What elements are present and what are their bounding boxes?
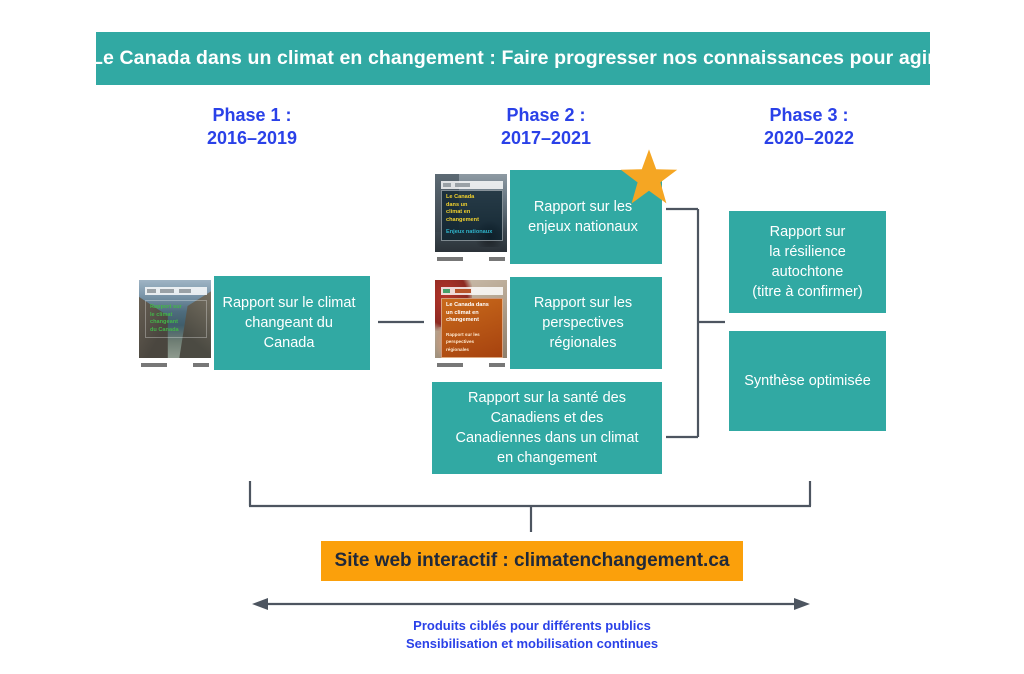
cover-title-enjeux: Le Canada dans un climat en changement E… [441, 190, 503, 241]
report-label-synthese-optimisee: Synthèse optimisée [729, 331, 886, 431]
label-line: Rapport sur les [533, 295, 633, 311]
label-line: changeant du Canada [245, 315, 333, 351]
cover-thumbnail-enjeux-nationaux: Le Canada dans un climat en changement E… [432, 170, 510, 264]
cover-title-line: Rapport sur [150, 304, 182, 310]
report-box-perspectives-regionales[interactable]: Le Canada dans un climat en changement R… [432, 276, 662, 370]
label-line: en changement [497, 450, 597, 466]
report-label-perspectives-regionales: Rapport sur les perspectives régionales [510, 277, 662, 369]
phase-heading-3: Phase 3 : 2020–2022 [709, 104, 909, 150]
report-box-synthese-optimisee[interactable]: Synthèse optimisée [729, 331, 886, 431]
cover-thumbnail-perspectives-regionales: Le Canada dans un climat en changement R… [432, 276, 510, 370]
cta-banner-text: Site web interactif : climatenchangement… [334, 550, 730, 571]
label-line: Rapport sur la santé des [468, 390, 626, 406]
cover-thumbnail-climat-changeant: Rapport sur le climat changeant du Canad… [136, 276, 214, 370]
phase-2-years: 2017–2021 [500, 128, 592, 148]
phase-heading-2: Phase 2 : 2017–2021 [446, 104, 646, 150]
label-line: Rapport sur [769, 224, 846, 240]
cta-banner-website[interactable]: Site web interactif : climatenchangement… [321, 541, 743, 581]
report-box-sante-canadiens[interactable]: Rapport sur la santé des Canadiens et de… [432, 382, 662, 474]
phase-heading-1: Phase 1 : 2016–2019 [152, 104, 352, 150]
cover-title-line: Le Canada [446, 194, 475, 200]
report-label-resilience-autochtone: Rapport sur la résilience autochtone (ti… [729, 211, 886, 313]
cover-subtitle: Rapport sur les perspectives régionales [446, 331, 480, 352]
diagram-canvas: Le Canada dans un climat en changement :… [0, 0, 1024, 674]
label-line: (titre à confirmer) [752, 284, 863, 300]
report-label-climat-changeant: Rapport sur le climat changeant du Canad… [214, 276, 370, 370]
report-box-climat-changeant[interactable]: Rapport sur le climat changeant du Canad… [136, 276, 370, 370]
cover-title-line: dans un [446, 201, 468, 208]
star-icon [620, 149, 678, 204]
label-line: perspectives régionales [542, 315, 624, 351]
label-line: enjeux nationaux [528, 219, 638, 235]
cover-title-line: un climat en [446, 309, 479, 316]
cover-title-line: du Canada [150, 326, 179, 333]
label-line: Rapport sur les [533, 199, 633, 215]
label-line: Canadiennes dans un climat [455, 430, 639, 446]
cover-title-line: Le Canada dans [446, 302, 489, 308]
cover-title-line: le climat [150, 311, 173, 318]
label-line: Canadiens et des [490, 410, 604, 426]
cover-title-regional: Le Canada dans un climat en changement R… [441, 298, 503, 358]
phase-1-years: 2016–2019 [206, 128, 298, 148]
report-box-resilience-autochtone[interactable]: Rapport sur la résilience autochtone (ti… [729, 211, 886, 313]
caption-line: Sensibilisation et mobilisation continue… [405, 636, 659, 651]
bottom-caption: Produits ciblés pour différents publics … [262, 617, 802, 653]
header-title: Le Canada dans un climat en changement :… [91, 47, 935, 69]
caption-line: Produits ciblés pour différents publics [413, 618, 651, 633]
cover-subtitle: Enjeux nationaux [446, 229, 493, 236]
cover-title-line: changement [446, 216, 479, 223]
cover-title-climat: Rapport sur le climat changeant du Canad… [145, 300, 207, 339]
bidirectional-arrow [252, 598, 810, 610]
header-banner: Le Canada dans un climat en changement :… [91, 32, 935, 85]
phase-3-years: 2020–2022 [763, 128, 855, 148]
report-label-sante-canadiens: Rapport sur la santé des Canadiens et de… [432, 382, 662, 474]
cover-title-line: climat en [446, 209, 471, 216]
phase-3-name: Phase 3 : [769, 105, 849, 125]
cover-title-line: changement [446, 317, 479, 324]
label-line: Rapport sur le climat [222, 295, 356, 311]
label-line: la résilience autochtone [769, 244, 846, 280]
phase-2-name: Phase 2 : [506, 105, 586, 125]
label-line: Synthèse optimisée [744, 373, 871, 389]
cover-title-line: changeant [150, 319, 178, 326]
phase-1-name: Phase 1 : [212, 105, 292, 125]
